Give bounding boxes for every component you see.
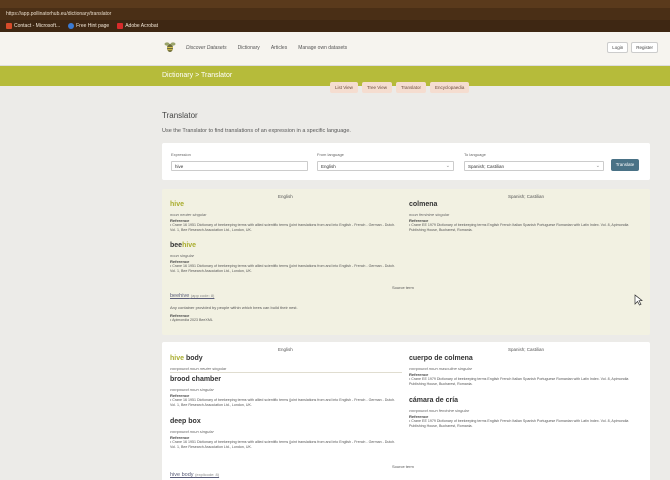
tab-encyclopaedia[interactable]: Encyclopaedia [430,82,470,93]
mouse-cursor-icon [634,294,643,306]
page-description: Use the Translator to find translations … [162,128,351,134]
term-grammar: compound noun neuter singular [170,366,227,371]
term-grammar: noun neuter singular [170,212,207,217]
view-tabs: List View Tree View Translator Encyclopa… [330,82,470,93]
source-term-link[interactable]: hive body (explicode: 8) [170,472,219,478]
reference-text: • Crane 16 1951 Dictionary of beekeeping… [170,223,396,232]
office-icon [6,23,12,29]
reference-citation: Crane 16 1951 Dictionary of beekeeping t… [170,264,396,273]
nav-discover-datasets[interactable]: Discover Datasets [186,45,227,51]
tab-translator[interactable]: Translator [395,82,427,93]
source-term-heading: Source term [392,464,414,469]
term-beehive: beehive [170,242,196,249]
divider [170,372,402,373]
reference-text: • Crane 16 1951 Dictionary of beekeeping… [170,264,396,273]
term-beehive-prefix: bee [170,242,183,249]
register-button[interactable]: Register [631,42,658,53]
reference-citation: Crane 16 1951 Dictionary of beekeeping t… [170,440,396,449]
translator-form: Expression hive From language English ⌄ T… [162,143,650,180]
from-language-select[interactable]: English ⌄ [317,161,454,171]
source-term-link[interactable]: beehive (app code: 8) [170,293,214,299]
reference-citation: Apimondia 2023 BeeXML [172,318,213,322]
address-bar[interactable]: https://app.pollinatorhub.eu/dictionary/… [0,8,670,20]
term-grammar: compound noun masculine singular [409,366,472,371]
term-hive: hive [170,201,185,208]
term-hive-body-match: hive [170,355,185,362]
site-navbar: Discover Datasets Dictionary Articles Ma… [0,32,670,66]
globe-icon [68,23,75,29]
term-colmena: colmena [409,201,438,208]
login-button[interactable]: Login [607,42,629,53]
term-grammar: compound noun singular [170,387,214,392]
term-hive-body-rest: body [184,355,203,362]
from-language-label: From language [317,152,344,157]
term-hive-body: hive body [170,355,203,362]
nav-manage-datasets[interactable]: Manage own datasets [298,45,347,51]
bookmark-label: Contact - Microsoft... [14,23,61,29]
reference-text: • Crane EE 1979 Dictionary of beekeeping… [409,377,629,386]
acrobat-icon [117,23,124,29]
term-grammar: compound noun feminine singular [409,408,470,413]
term-beehive-match: hive [182,242,197,249]
to-language-label: To language [464,152,486,157]
result-card-hive: English Spanish; Castilian hive noun neu… [162,189,650,335]
bookmark-acrobat[interactable]: Adobe Acrobat [117,23,158,29]
to-language-value: Spanish; Castilian [468,164,505,169]
to-language-select[interactable]: Spanish; Castilian ⌄ [464,161,604,171]
term-brood-chamber: brood chamber [170,376,221,383]
source-term-definition: Any container provided by people within … [170,305,298,310]
chevron-down-icon: ⌄ [445,163,450,169]
chevron-down-icon: ⌄ [595,163,600,169]
translate-button[interactable]: Translate [611,159,639,171]
page-title: Translator [162,111,198,120]
target-language-heading: Spanish; Castilian [508,347,545,352]
term-camara-de-cria: cámara de cría [409,397,459,404]
bookmark-contact[interactable]: Contact - Microsoft... [6,23,60,29]
reference-text: • Crane 16 1951 Dictionary of beekeeping… [170,440,396,449]
bookmark-label: Adobe Acrobat [125,23,159,29]
reference-citation: Crane 16 1951 Dictionary of beekeeping t… [170,398,396,407]
reference-text: • Crane EE 1979 Dictionary of beekeeping… [409,223,629,232]
reference-text: • Crane 16 1951 Dictionary of beekeeping… [170,398,396,407]
reference-citation: Crane EE 1979 Dictionary of beekeeping t… [409,223,629,232]
source-term-heading: Source term [392,285,414,290]
source-term-code: (app code: 8) [190,293,215,298]
tab-list-view[interactable]: List View [330,82,358,93]
term-grammar: compound noun singular [170,429,214,434]
source-term-code: (explicode: 8) [195,472,220,477]
target-language-heading: Spanish; Castilian [508,194,545,199]
source-term-link-text[interactable]: beehive [170,293,189,299]
term-grammar: noun singular [170,253,195,258]
term-deep-box: deep box [170,418,201,425]
result-card-hive-body: English Spanish; Castilian hive body com… [162,342,650,480]
reference-citation: Crane 16 1951 Dictionary of beekeeping t… [170,223,396,232]
bee-logo-icon[interactable] [164,40,176,54]
from-language-value: English [321,164,336,169]
tab-tree-view[interactable]: Tree View [361,82,392,93]
source-language-heading: English [278,194,293,199]
source-language-heading: English [278,347,293,352]
nav-articles[interactable]: Articles [271,45,287,51]
bookmark-label: Free Hint page [76,23,110,29]
bookmark-hint[interactable]: Free Hint page [68,23,109,29]
expression-input[interactable]: hive [171,161,308,171]
term-cuerpo-de-colmena: cuerpo de colmena [409,355,473,362]
reference-citation: Crane EE 1979 Dictionary of beekeeping t… [409,377,629,386]
browser-tabstrip [0,0,670,8]
bookmarks-bar: Contact - Microsoft... Free Hint page Ad… [0,20,670,32]
reference-citation: Crane EE 1979 Dictionary of beekeeping t… [409,419,629,428]
expression-label: Expression [171,152,191,157]
reference-text: • Apimondia 2023 BeeXML [170,318,213,322]
term-grammar: noun feminine singular [409,212,450,217]
reference-text: • Crane EE 1979 Dictionary of beekeeping… [409,419,629,428]
source-term-link-text[interactable]: hive body [170,472,194,478]
nav-dictionary[interactable]: Dictionary [238,45,260,51]
